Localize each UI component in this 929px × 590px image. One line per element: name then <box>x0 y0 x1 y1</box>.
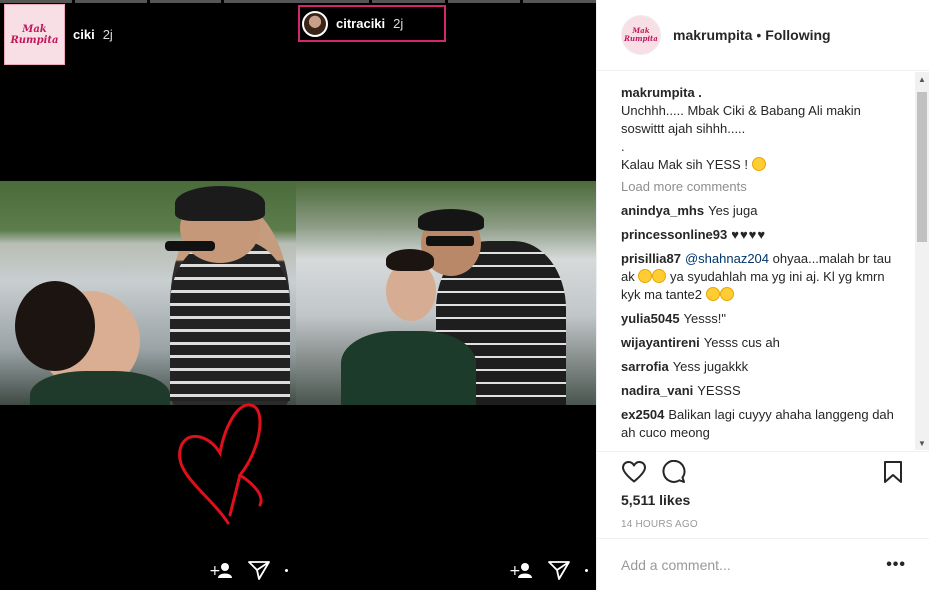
scrollbar-thumb[interactable] <box>917 92 927 242</box>
comment-username[interactable]: princessonline93 <box>621 227 727 242</box>
load-more-comments-link[interactable]: Load more comments <box>621 178 906 196</box>
caption-text-line: soswittt ajah sihhh..... <box>621 121 746 136</box>
comment-item: nadira_vani YESSS <box>621 382 906 400</box>
citraciki-avatar <box>302 10 328 37</box>
comment-item: ex2504 Balikan lagi cuyyy ahaha langgeng … <box>621 406 906 442</box>
story-header-left: Mak Rumpita ciki 2j <box>4 4 113 65</box>
avatar[interactable]: Mak Rumpita <box>621 15 661 55</box>
comment-username[interactable]: sarrofia <box>621 359 669 374</box>
account-username[interactable]: makrumpita <box>673 27 752 43</box>
more-dot-icon <box>585 568 588 572</box>
story-screenshot-left: Mak Rumpita ciki 2j + <box>0 0 296 590</box>
likes-count[interactable]: 5,511 likes <box>621 492 690 508</box>
scroll-down-arrow-icon[interactable]: ▼ <box>915 436 929 450</box>
add-comment-input[interactable] <box>621 556 887 573</box>
comment-text: Yesss cus ah <box>703 335 780 350</box>
comments-scrollbar[interactable]: ▲ ▼ <box>915 72 929 450</box>
drawn-heart-icon <box>178 403 263 525</box>
post-image: Mak Rumpita ciki 2j + citraciki 2j + <box>0 0 596 590</box>
couple-photo-left <box>0 181 296 405</box>
comment-item: princessonline93 ♥♥♥♥ <box>621 226 906 244</box>
caption-text-line: Kalau Mak sih YESS ! <box>621 156 906 174</box>
story-username: ciki <box>73 27 95 42</box>
story-progress-bar <box>0 0 296 3</box>
comment-username[interactable]: nadira_vani <box>621 383 693 398</box>
sweat-emoji-icon <box>719 287 734 301</box>
comment-item: wijayantireni Yesss cus ah <box>621 334 906 352</box>
comment-text: Yesss!" <box>683 311 726 326</box>
add-person-icon: + <box>509 558 533 582</box>
story-screenshot-right: citraciki 2j + <box>296 0 596 590</box>
comment-username[interactable]: wijayantireni <box>621 335 700 350</box>
bookmark-icon[interactable] <box>880 459 906 485</box>
add-comment-bar: ••• <box>597 538 929 590</box>
following-button[interactable]: Following <box>765 27 830 43</box>
comment-username[interactable]: yulia5045 <box>621 311 680 326</box>
comment-text: Yess jugakkk <box>672 359 749 374</box>
story-username: citraciki <box>336 16 386 31</box>
more-options-icon[interactable]: ••• <box>886 556 906 574</box>
caption-text-line: Unchhh..... Mbak Ciki & Babang Ali makin <box>621 103 861 118</box>
comment-item: yulia5045 Yesss!" <box>621 310 906 328</box>
story-header-right: citraciki 2j <box>298 5 446 42</box>
post-sidebar: Mak Rumpita makrumpita • Following makrum… <box>596 0 929 590</box>
story-time: 2j <box>393 16 404 31</box>
tears-emoji-icon <box>652 269 667 283</box>
mak-rumpita-logo: Mak Rumpita <box>4 4 65 65</box>
story-progress-bar <box>296 0 596 3</box>
caption-last-line-text: Kalau Mak sih YESS ! <box>621 157 748 172</box>
story-footer-left: + <box>209 558 296 582</box>
add-person-icon: + <box>209 558 233 582</box>
comment-item: sarrofia Yess jugakkk <box>621 358 906 376</box>
scroll-up-arrow-icon[interactable]: ▲ <box>915 72 929 86</box>
comment-icon[interactable] <box>661 459 687 485</box>
send-icon <box>547 558 571 582</box>
comment-text: ♥♥♥♥ <box>731 227 767 242</box>
comment-text: YESSS <box>697 383 741 398</box>
caption-username[interactable]: makrumpita . <box>621 84 906 102</box>
post-timestamp[interactable]: 14 HOURS AGO <box>621 519 698 530</box>
sweat-emoji-icon <box>705 287 720 301</box>
story-footer-right: + <box>509 558 596 582</box>
comment-item: prisillia87 @shahnaz204 ohyaa...malah br … <box>621 250 906 304</box>
story-time: 2j <box>102 27 113 42</box>
grimace-emoji-icon <box>751 157 766 171</box>
caption-text-line: . <box>621 139 625 154</box>
comment-username[interactable]: anindya_mhs <box>621 203 704 218</box>
comment-mention-link[interactable]: @shahnaz204 <box>685 251 769 266</box>
comment-username[interactable]: ex2504 <box>621 407 664 422</box>
post-header: Mak Rumpita makrumpita • Following <box>597 0 929 71</box>
comment-text: Yes juga <box>708 203 758 218</box>
comment-username[interactable]: prisillia87 <box>621 251 681 266</box>
more-dot-icon <box>285 568 288 572</box>
heart-icon[interactable] <box>621 459 647 485</box>
comment-item: anindya_mhs Yes juga <box>621 202 906 220</box>
separator-dot: • <box>756 27 762 43</box>
send-icon <box>247 558 271 582</box>
couple-photo-right <box>296 181 596 405</box>
tears-emoji-icon <box>638 269 653 283</box>
comments-list[interactable]: makrumpita . Unchhh..... Mbak Ciki & Bab… <box>597 72 929 450</box>
post-actions <box>597 451 929 491</box>
